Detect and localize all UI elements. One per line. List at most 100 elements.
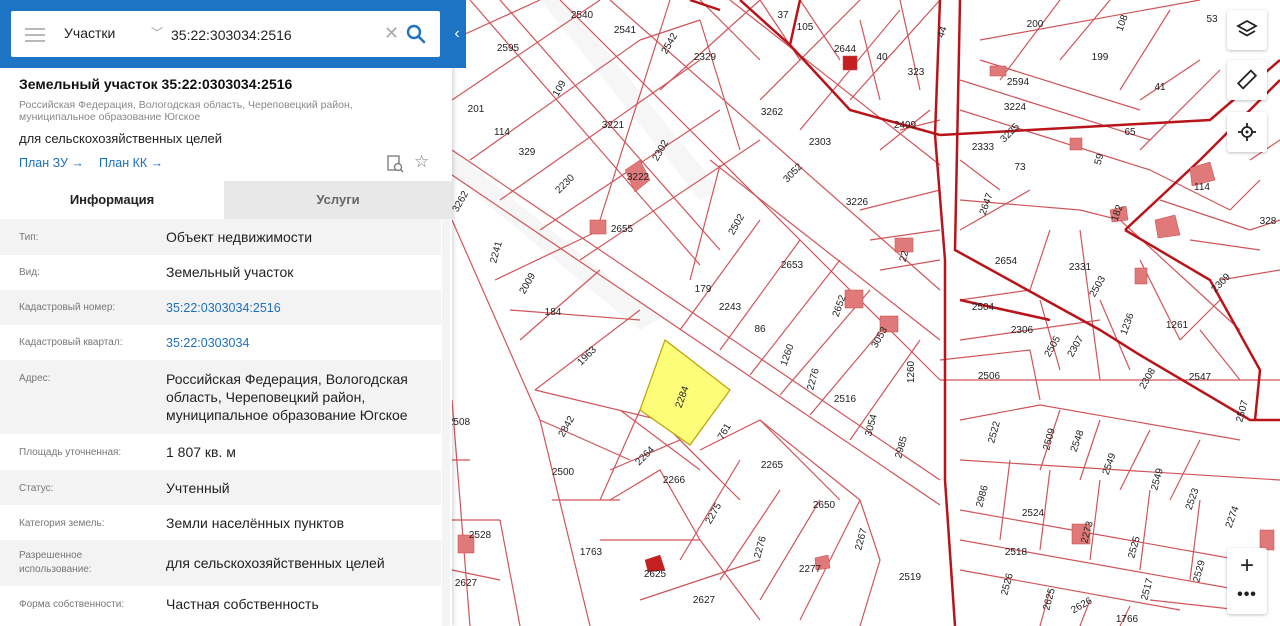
parcel-label: 2502 — [727, 212, 748, 237]
zoom-in-button[interactable]: + — [1227, 548, 1267, 584]
collapse-panel-icon[interactable]: ‹ — [449, 22, 465, 46]
info-label: Форма собственности: — [19, 599, 125, 610]
parcel-label: 86 — [754, 324, 766, 335]
parcel-label: 3262 — [451, 189, 472, 214]
parcel-label: 1261 — [1166, 320, 1189, 331]
parcel-label: 2627 — [455, 578, 478, 589]
parcel-label: 2333 — [972, 142, 995, 153]
info-row: Форма собственности: Частная собственнос… — [0, 586, 441, 622]
cadastral-quarter-link[interactable]: 35:22:0303034 — [166, 334, 436, 352]
parcel-label: 105 — [797, 22, 814, 33]
info-label: Статус: — [19, 483, 54, 494]
parcel-label: 2243 — [719, 302, 742, 313]
search-input[interactable] — [169, 21, 383, 49]
parcel-label: 761 — [716, 421, 734, 441]
parcel-label: 2595 — [497, 43, 520, 54]
parcel-label: 2308 — [1138, 366, 1159, 391]
info-label: Тип: — [19, 232, 39, 243]
parcel-label: 328 — [1260, 216, 1277, 227]
info-row: Кадастровый квартал: 35:22:0303034 — [0, 325, 441, 360]
parcel-label: 179 — [695, 284, 712, 295]
info-row: Тип: Объект недвижимости — [0, 219, 441, 255]
parcel-label: 2549 — [1149, 467, 1165, 492]
parcel-label: 73 — [1014, 162, 1026, 173]
info-table: Тип: Объект недвижимости Вид: Земельный … — [0, 219, 441, 622]
parcel-label: 2517 — [1139, 577, 1155, 602]
parcel-label: 2503 — [1088, 274, 1109, 299]
ruler-icon — [1236, 69, 1258, 90]
parcel-label: 3052 — [781, 161, 805, 185]
info-value: Земельный участок — [166, 264, 294, 280]
parcel-label: 2505 — [1043, 334, 1064, 359]
parcel-label: 2528 — [469, 530, 492, 541]
parcel-label: 114 — [1194, 182, 1210, 193]
parcel-label: 2309 — [1209, 271, 1233, 295]
parcel-label: 2627 — [693, 595, 716, 606]
parcel-label: 40 — [876, 52, 888, 63]
info-label: Разрешенное использование: — [19, 550, 92, 575]
plan-zu-link[interactable]: План ЗУ → — [19, 156, 84, 170]
parcel-label: 2547 — [1189, 372, 1212, 383]
info-row: Вид: Земельный участок — [0, 255, 441, 290]
layers-button[interactable] — [1227, 10, 1267, 50]
scrollbar[interactable] — [442, 219, 450, 626]
parcel-label: 2654 — [995, 256, 1018, 267]
menu-icon[interactable] — [25, 25, 45, 43]
info-label: Площадь уточненная: — [19, 447, 122, 458]
parcel-label: 2274 — [1224, 504, 1242, 529]
parcel-label: 2265 — [761, 460, 784, 471]
info-value: Частная собственность — [166, 596, 319, 612]
parcel-label: 2542 — [660, 31, 681, 56]
ruler-button[interactable] — [1227, 60, 1267, 100]
parcel-label: 2548 — [1069, 428, 1087, 453]
parcel-label: 2331 — [1069, 262, 1092, 273]
parcel-label: 2594 — [1007, 77, 1030, 88]
parcel-label: 2275 — [704, 501, 725, 526]
buildings — [457, 55, 1275, 573]
tab-information[interactable]: Информация — [0, 181, 224, 219]
star-icon[interactable]: ☆ — [414, 152, 432, 172]
parcel-label: 2276 — [805, 367, 821, 392]
parcel-label: 1963 — [575, 344, 599, 368]
parcel-label: 2524 — [1022, 508, 1045, 519]
info-value: 1 807 кв. м — [166, 444, 236, 460]
search-mode-value: Участки — [64, 25, 116, 41]
parcel-label: 2241 — [488, 240, 504, 265]
parcel-label: 2986 — [974, 484, 990, 509]
locate-button[interactable] — [1227, 112, 1267, 152]
parcel-label: 2526 — [999, 572, 1015, 597]
parcel-label: 37 — [777, 10, 789, 21]
parcel-label: 2504 — [972, 302, 995, 313]
info-value: Объект недвижимости — [166, 229, 313, 245]
cadastral-number-link[interactable]: 35:22:0303034:2516 — [166, 299, 436, 317]
parcel-label: 2647 — [978, 191, 996, 216]
parcel-label: 1260 — [906, 360, 917, 383]
info-value: Земли населённых пунктов — [166, 515, 345, 531]
tab-services[interactable]: Услуги — [224, 181, 452, 219]
parcel-label: 3225 — [998, 121, 1022, 145]
parcel-label: 2266 — [663, 475, 686, 486]
document-search-icon[interactable] — [386, 155, 404, 173]
clear-icon[interactable]: ✕ — [384, 23, 400, 43]
more-options-button[interactable]: ••• — [1227, 586, 1267, 612]
search-mode-select[interactable]: Участки ﹀ — [64, 25, 174, 45]
parcel-label: 329 — [519, 147, 536, 158]
parcel-label: 2625 — [1041, 587, 1057, 612]
plan-kk-link[interactable]: План КК → — [99, 156, 163, 170]
parcel-label: 109 — [551, 78, 569, 98]
parcel-label: 2329 — [694, 52, 717, 63]
parcel-label: 1260 — [779, 342, 797, 367]
parcel-label: 2499 — [894, 120, 917, 131]
parcel-label: 2985 — [893, 435, 909, 460]
search-bar: Участки ﹀ ✕ ‹ — [0, 0, 466, 68]
parcel-label: 2650 — [813, 500, 836, 511]
parcel-label: 2644 — [834, 44, 857, 55]
search-box: Участки ﹀ ✕ — [11, 11, 440, 57]
parcel-label: 41 — [1154, 82, 1166, 93]
tabs: Информация Услуги — [0, 181, 452, 219]
parcel-label: 3224 — [1004, 102, 1027, 113]
parcel-label: 1766 — [1116, 614, 1139, 625]
search-icon[interactable] — [405, 23, 427, 45]
district-boundaries — [689, 0, 1280, 626]
parcel-label: 200 — [1027, 19, 1044, 30]
